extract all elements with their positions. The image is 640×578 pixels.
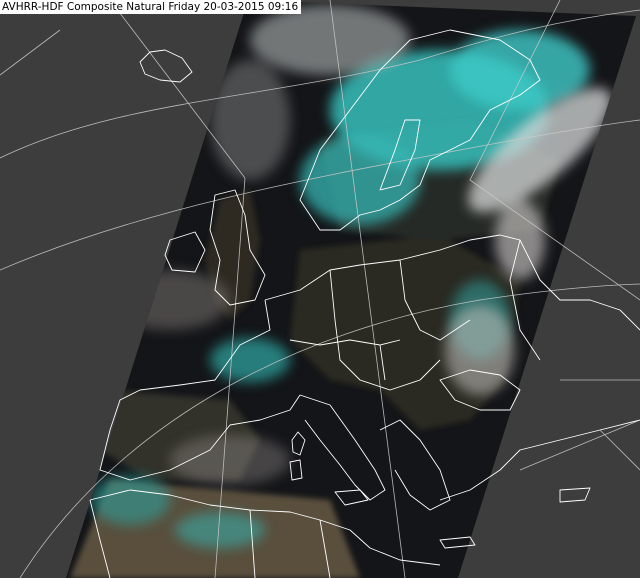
satellite-image-viewer: AVHRR-HDF Composite Natural Friday 20-03… xyxy=(0,0,640,578)
image-caption: AVHRR-HDF Composite Natural Friday 20-03… xyxy=(0,0,302,14)
satellite-composite-map xyxy=(0,0,640,578)
